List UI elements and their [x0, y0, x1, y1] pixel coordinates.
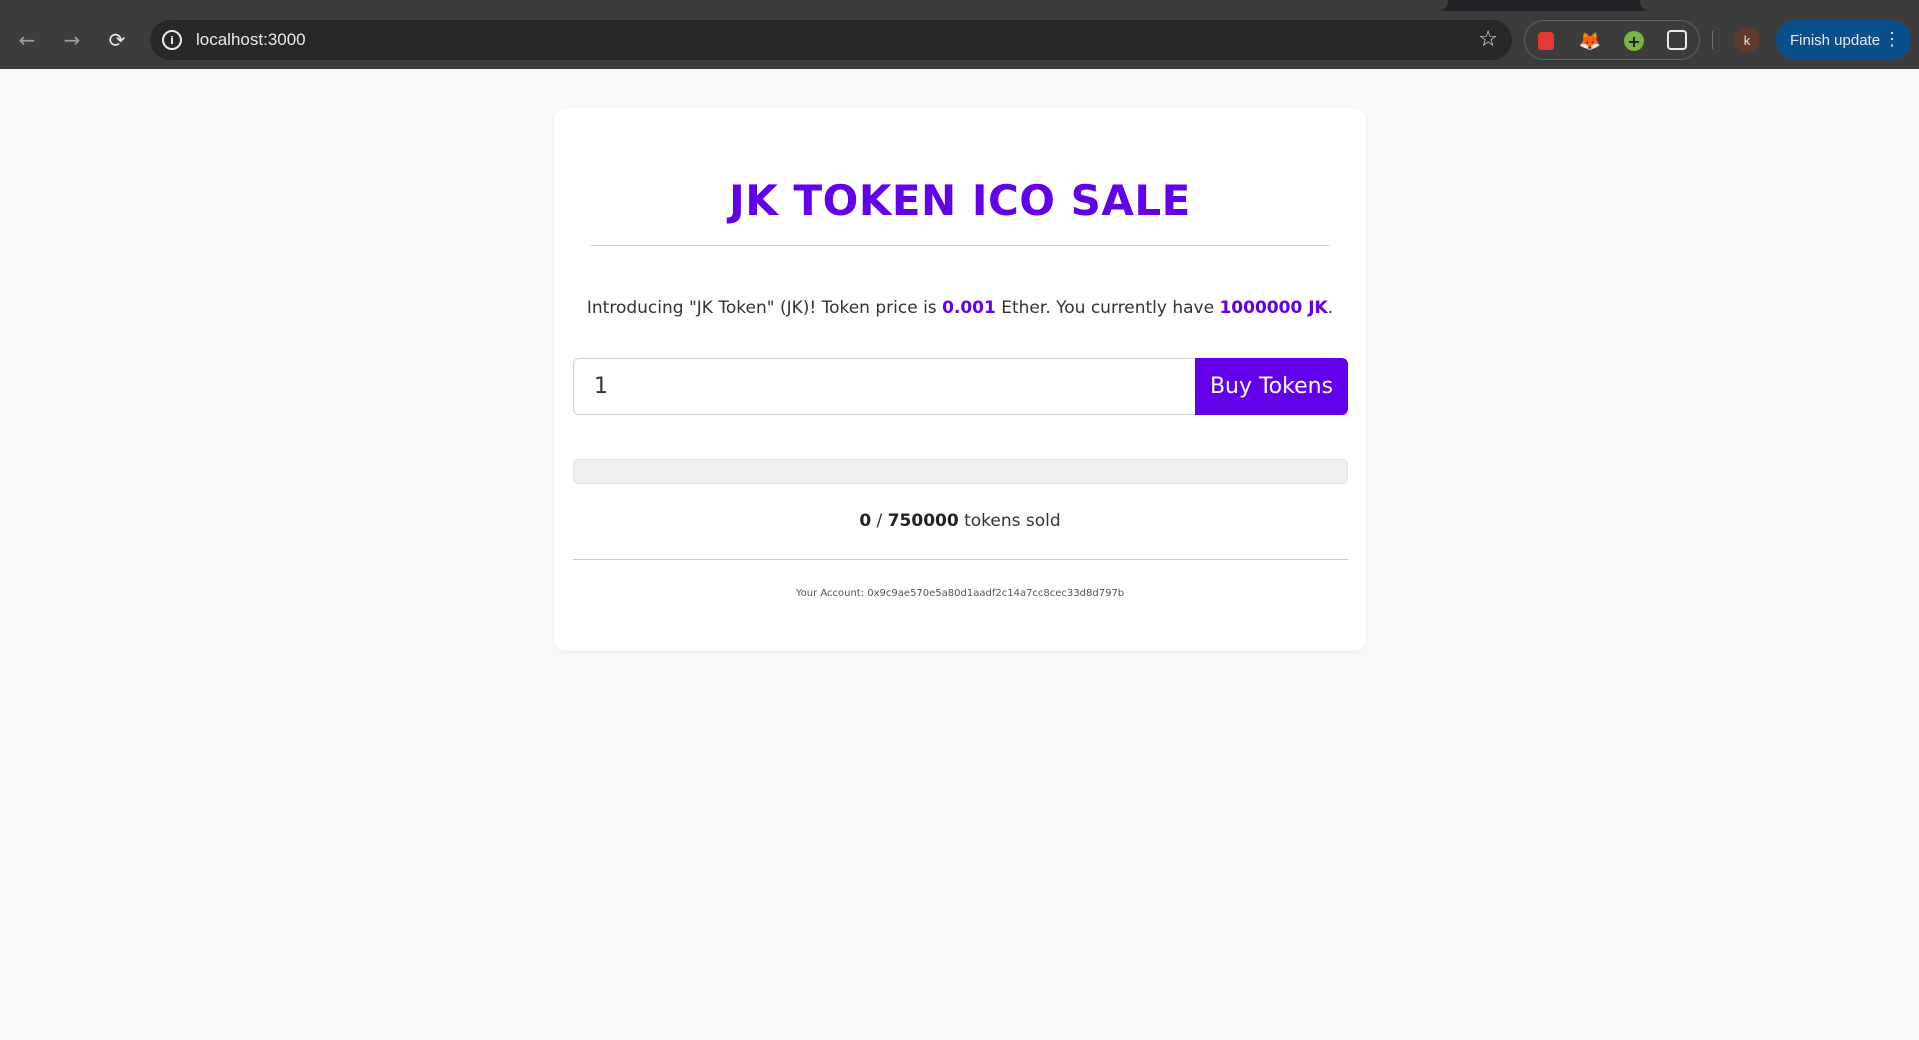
green-plus-extension-icon[interactable]: +	[1623, 30, 1645, 52]
quantity-input[interactable]	[573, 358, 1195, 415]
sold-suffix: tokens sold	[958, 511, 1061, 531]
sale-progress-bar	[573, 459, 1348, 484]
page-body: JK TOKEN ICO SALE Introducing "JK Token"…	[0, 69, 1919, 1040]
active-tab[interactable]	[0, 0, 1448, 11]
account-address: 0x9c9ae570e5a80d1aadf2c14a7cc8cec33d8d79…	[867, 588, 1125, 599]
browser-toolbar: ← → ⟳ i localhost:3000 ☆ 🦊 + k Finish up…	[0, 11, 1919, 69]
intro-suffix: .	[1327, 298, 1334, 318]
reload-icon[interactable]: ⟳	[103, 26, 131, 54]
kebab-menu-icon[interactable]: ⋮	[1883, 29, 1901, 49]
back-icon[interactable]: ←	[13, 26, 41, 54]
intro-prefix: Introducing "JK Token" (JK)! Token price…	[586, 298, 943, 318]
account-info: Your Account: 0x9c9ae570e5a80d1aadf2c14a…	[554, 588, 1366, 599]
account-label: Your Account:	[795, 588, 868, 599]
finish-update-label: Finish update	[1790, 31, 1881, 49]
intro-middle: Ether. You currently have	[995, 298, 1220, 318]
metamask-fox-icon[interactable]: 🦊	[1579, 30, 1601, 52]
extensions-group: 🦊 +	[1524, 20, 1700, 60]
footer-divider	[573, 559, 1348, 560]
sold-separator: /	[871, 511, 888, 531]
token-sale-card: JK TOKEN ICO SALE Introducing "JK Token"…	[554, 108, 1366, 651]
token-balance: 1000000 JK	[1219, 298, 1328, 318]
buy-form: Buy Tokens	[573, 358, 1348, 415]
profile-avatar[interactable]: k	[1734, 27, 1760, 53]
finish-update-button[interactable]: Finish update ⋮	[1776, 20, 1911, 60]
site-info-icon[interactable]: i	[162, 30, 182, 50]
forward-icon[interactable]: →	[58, 26, 86, 54]
tokens-sold-count: 0	[859, 511, 872, 531]
red-extension-icon[interactable]	[1535, 30, 1557, 52]
bookmark-star-icon[interactable]: ☆	[1478, 27, 1498, 52]
page-title: JK TOKEN ICO SALE	[729, 176, 1191, 225]
toolbar-divider	[1712, 31, 1713, 49]
inactive-tab[interactable]	[1640, 0, 1919, 11]
tokens-available-count: 750000	[887, 511, 959, 531]
address-bar[interactable]: i localhost:3000 ☆	[150, 20, 1512, 60]
token-price: 0.001	[942, 298, 996, 318]
title-divider	[591, 245, 1329, 246]
buy-tokens-button[interactable]: Buy Tokens	[1195, 358, 1348, 415]
intro-text: Introducing "JK Token" (JK)! Token price…	[554, 298, 1366, 318]
tokens-sold-text: 0 / 750000 tokens sold	[554, 511, 1366, 531]
extensions-puzzle-icon[interactable]	[1667, 30, 1687, 50]
url-text[interactable]: localhost:3000	[196, 30, 306, 50]
